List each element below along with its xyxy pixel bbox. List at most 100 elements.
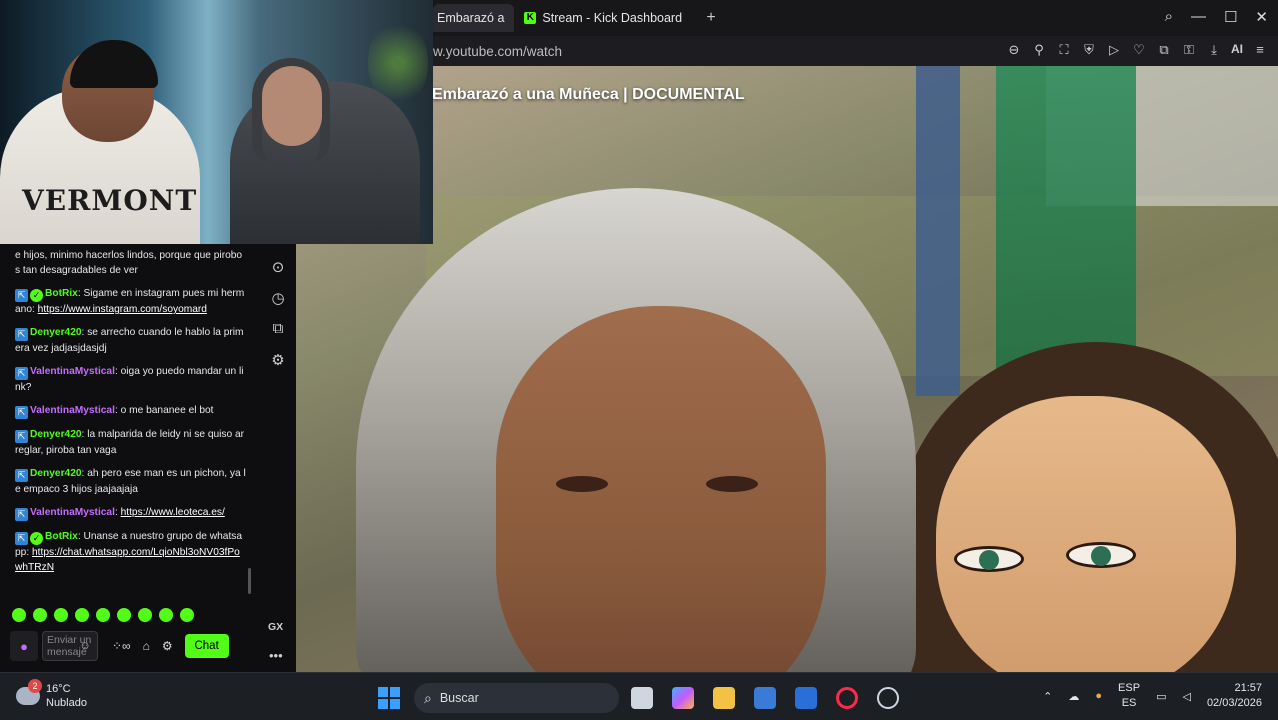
chat-username[interactable]: ValentinaMystical: [30, 405, 115, 416]
video-player[interactable]: Embarazó a una Muñeca | DOCUMENTAL: [296, 66, 1278, 672]
onedrive-icon[interactable]: ☁: [1068, 690, 1079, 703]
search-tabs-icon[interactable]: ⌕: [1165, 8, 1173, 26]
opera-gx-icon[interactable]: [836, 687, 858, 709]
microphone-icon[interactable]: ●: [10, 631, 38, 661]
badge-icon: ⇱: [15, 289, 28, 302]
emote-icon[interactable]: [117, 608, 131, 622]
chat-message-link[interactable]: https://www.leoteca.es/: [121, 507, 225, 518]
download-icon[interactable]: ⤓: [1206, 42, 1222, 58]
store-icon[interactable]: ⌂: [143, 639, 150, 653]
windows-start-icon[interactable]: [378, 687, 400, 709]
badge-icon: ⇱: [15, 469, 28, 482]
obs-icon[interactable]: [877, 687, 899, 709]
video-title: Embarazó a una Muñeca | DOCUMENTAL: [432, 86, 745, 103]
minimize-button[interactable]: —: [1191, 8, 1206, 26]
chat-scrollbar[interactable]: [248, 568, 251, 594]
lock-icon[interactable]: ⚿: [1181, 42, 1197, 58]
url-field[interactable]: w.youtube.com/watch: [433, 44, 562, 59]
tab-kick-label: Stream - Kick Dashboard: [542, 11, 683, 25]
task-view-icon[interactable]: [631, 687, 653, 709]
streamer-cap: [70, 40, 158, 88]
weather-condition: Nublado: [46, 697, 87, 709]
tab-youtube[interactable]: Embarazó a: [433, 4, 515, 32]
chat-username[interactable]: BotRix: [45, 288, 78, 299]
emoji-icon[interactable]: ☺: [76, 640, 94, 652]
weather-widget[interactable]: 2 16°C Nublado: [16, 679, 87, 710]
emote-icon[interactable]: [75, 608, 89, 622]
file-explorer-icon[interactable]: [713, 687, 735, 709]
chat-message: ⇱ ValentinaMystical: https://www.leoteca.…: [15, 505, 247, 521]
emote-icon[interactable]: [138, 608, 152, 622]
shirt-text: VERMONT: [22, 184, 198, 217]
more-icon[interactable]: •••: [269, 648, 283, 663]
chat-message: ⇱ ValentinaMystical: o me bananee el bot: [15, 403, 247, 419]
tab-kick-dashboard[interactable]: K Stream - Kick Dashboard: [514, 4, 692, 32]
shield-icon[interactable]: ⛨: [1081, 42, 1097, 58]
gear-icon[interactable]: ⚙: [162, 639, 173, 653]
snapshot-icon[interactable]: ⛶: [1056, 42, 1072, 58]
search-icon: ⌕: [424, 689, 432, 706]
chat-username[interactable]: ValentinaMystical: [30, 366, 115, 377]
man-face-shape: [496, 306, 826, 672]
emote-icon[interactable]: [180, 608, 194, 622]
chat-username[interactable]: Denyer420: [30, 429, 82, 440]
verified-icon: ✓: [30, 289, 43, 302]
chat-message-link[interactable]: https://chat.whatsapp.com/LqioNbl3oNV03f…: [15, 547, 240, 573]
ai-button[interactable]: AI: [1231, 42, 1243, 58]
store-icon[interactable]: [754, 687, 776, 709]
address-bar-actions: ⊖ ⚲ ⛶ ⛨ ▷ ♡ ⧉ ⚿ ⤓ AI ≡: [1006, 42, 1268, 58]
doll-iris: [979, 550, 999, 570]
microphone-icon[interactable]: ●: [1095, 690, 1102, 702]
chat-username[interactable]: BotRix: [45, 531, 78, 542]
extensions-icon[interactable]: ⧉: [1156, 42, 1172, 58]
volume-icon[interactable]: ◁: [1182, 690, 1190, 703]
maximize-button[interactable]: ☐: [1224, 8, 1237, 26]
chat-message-text: : o me bananee el bot: [114, 405, 214, 416]
clock-time: 21:57: [1234, 682, 1262, 694]
users-icon[interactable]: ⁘∞: [112, 639, 131, 653]
emote-icon[interactable]: [12, 608, 26, 622]
kick-icon: K: [524, 12, 537, 24]
language-indicator[interactable]: ESP ES: [1118, 681, 1140, 711]
clock-date: 02/03/2026: [1206, 697, 1262, 709]
menu-icon[interactable]: ≡: [1252, 42, 1268, 58]
windows-taskbar: 2 16°C Nublado ⌕ Buscar ⌃ ☁ ● ESP ES ▭ ◁…: [0, 672, 1278, 720]
chat-send-button[interactable]: Chat: [184, 634, 229, 658]
badge-icon: ⇱: [15, 430, 28, 443]
browser-tabbar: Embarazó a K Stream - Kick Dashboard + ⌕…: [433, 0, 1278, 36]
emote-icon[interactable]: [54, 608, 68, 622]
chat-message-link[interactable]: https://www.instagram.com/soyomard: [38, 304, 207, 315]
close-button[interactable]: ✕: [1255, 8, 1268, 26]
video-pole-shape: [916, 66, 960, 396]
weather-text: 16°C Nublado: [46, 682, 87, 710]
taskbar-search[interactable]: ⌕ Buscar: [414, 683, 619, 713]
extensions-icon[interactable]: ⧉: [268, 320, 288, 340]
copilot-icon[interactable]: [672, 687, 694, 709]
doll-eye-left: [954, 546, 1024, 572]
chat-username[interactable]: ValentinaMystical: [30, 507, 115, 518]
emote-icon[interactable]: [33, 608, 47, 622]
player-icon[interactable]: ⊙: [268, 258, 288, 278]
pin-icon[interactable]: ⚲: [1031, 42, 1047, 58]
network-icon[interactable]: ▭: [1156, 690, 1166, 703]
chat-username[interactable]: Denyer420: [30, 468, 82, 479]
address-bar: w.youtube.com/watch ⊖ ⚲ ⛶ ⛨ ▷ ♡ ⧉ ⚿ ⤓ AI…: [433, 36, 1278, 66]
history-icon[interactable]: ◷: [268, 289, 288, 309]
emote-icon[interactable]: [96, 608, 110, 622]
outlook-icon[interactable]: [795, 687, 817, 709]
heart-icon[interactable]: ♡: [1131, 42, 1147, 58]
settings-icon[interactable]: ⚙: [268, 351, 288, 371]
gx-label[interactable]: GX: [268, 621, 283, 633]
send-icon[interactable]: ▷: [1106, 42, 1122, 58]
emote-icon[interactable]: [159, 608, 173, 622]
new-tab-button[interactable]: +: [700, 9, 722, 27]
chat-username[interactable]: Denyer420: [30, 327, 82, 338]
chat-message: ⇱ Denyer420: la malparida de leidy ni se …: [15, 427, 247, 458]
chat-message: e hijos, minimo hacerlos lindos, porque …: [15, 248, 247, 278]
chevron-up-icon[interactable]: ⌃: [1043, 690, 1052, 703]
browser-sidebar: ⊙ ◷ ⧉ ⚙ GX •••: [260, 244, 296, 672]
clock[interactable]: 21:57 02/03/2026: [1207, 681, 1262, 711]
chat-message: ⇱ Denyer420: se arrecho cuando le hablo l…: [15, 325, 247, 356]
zoom-icon[interactable]: ⊖: [1006, 42, 1022, 58]
language-top: ESP: [1118, 682, 1141, 694]
